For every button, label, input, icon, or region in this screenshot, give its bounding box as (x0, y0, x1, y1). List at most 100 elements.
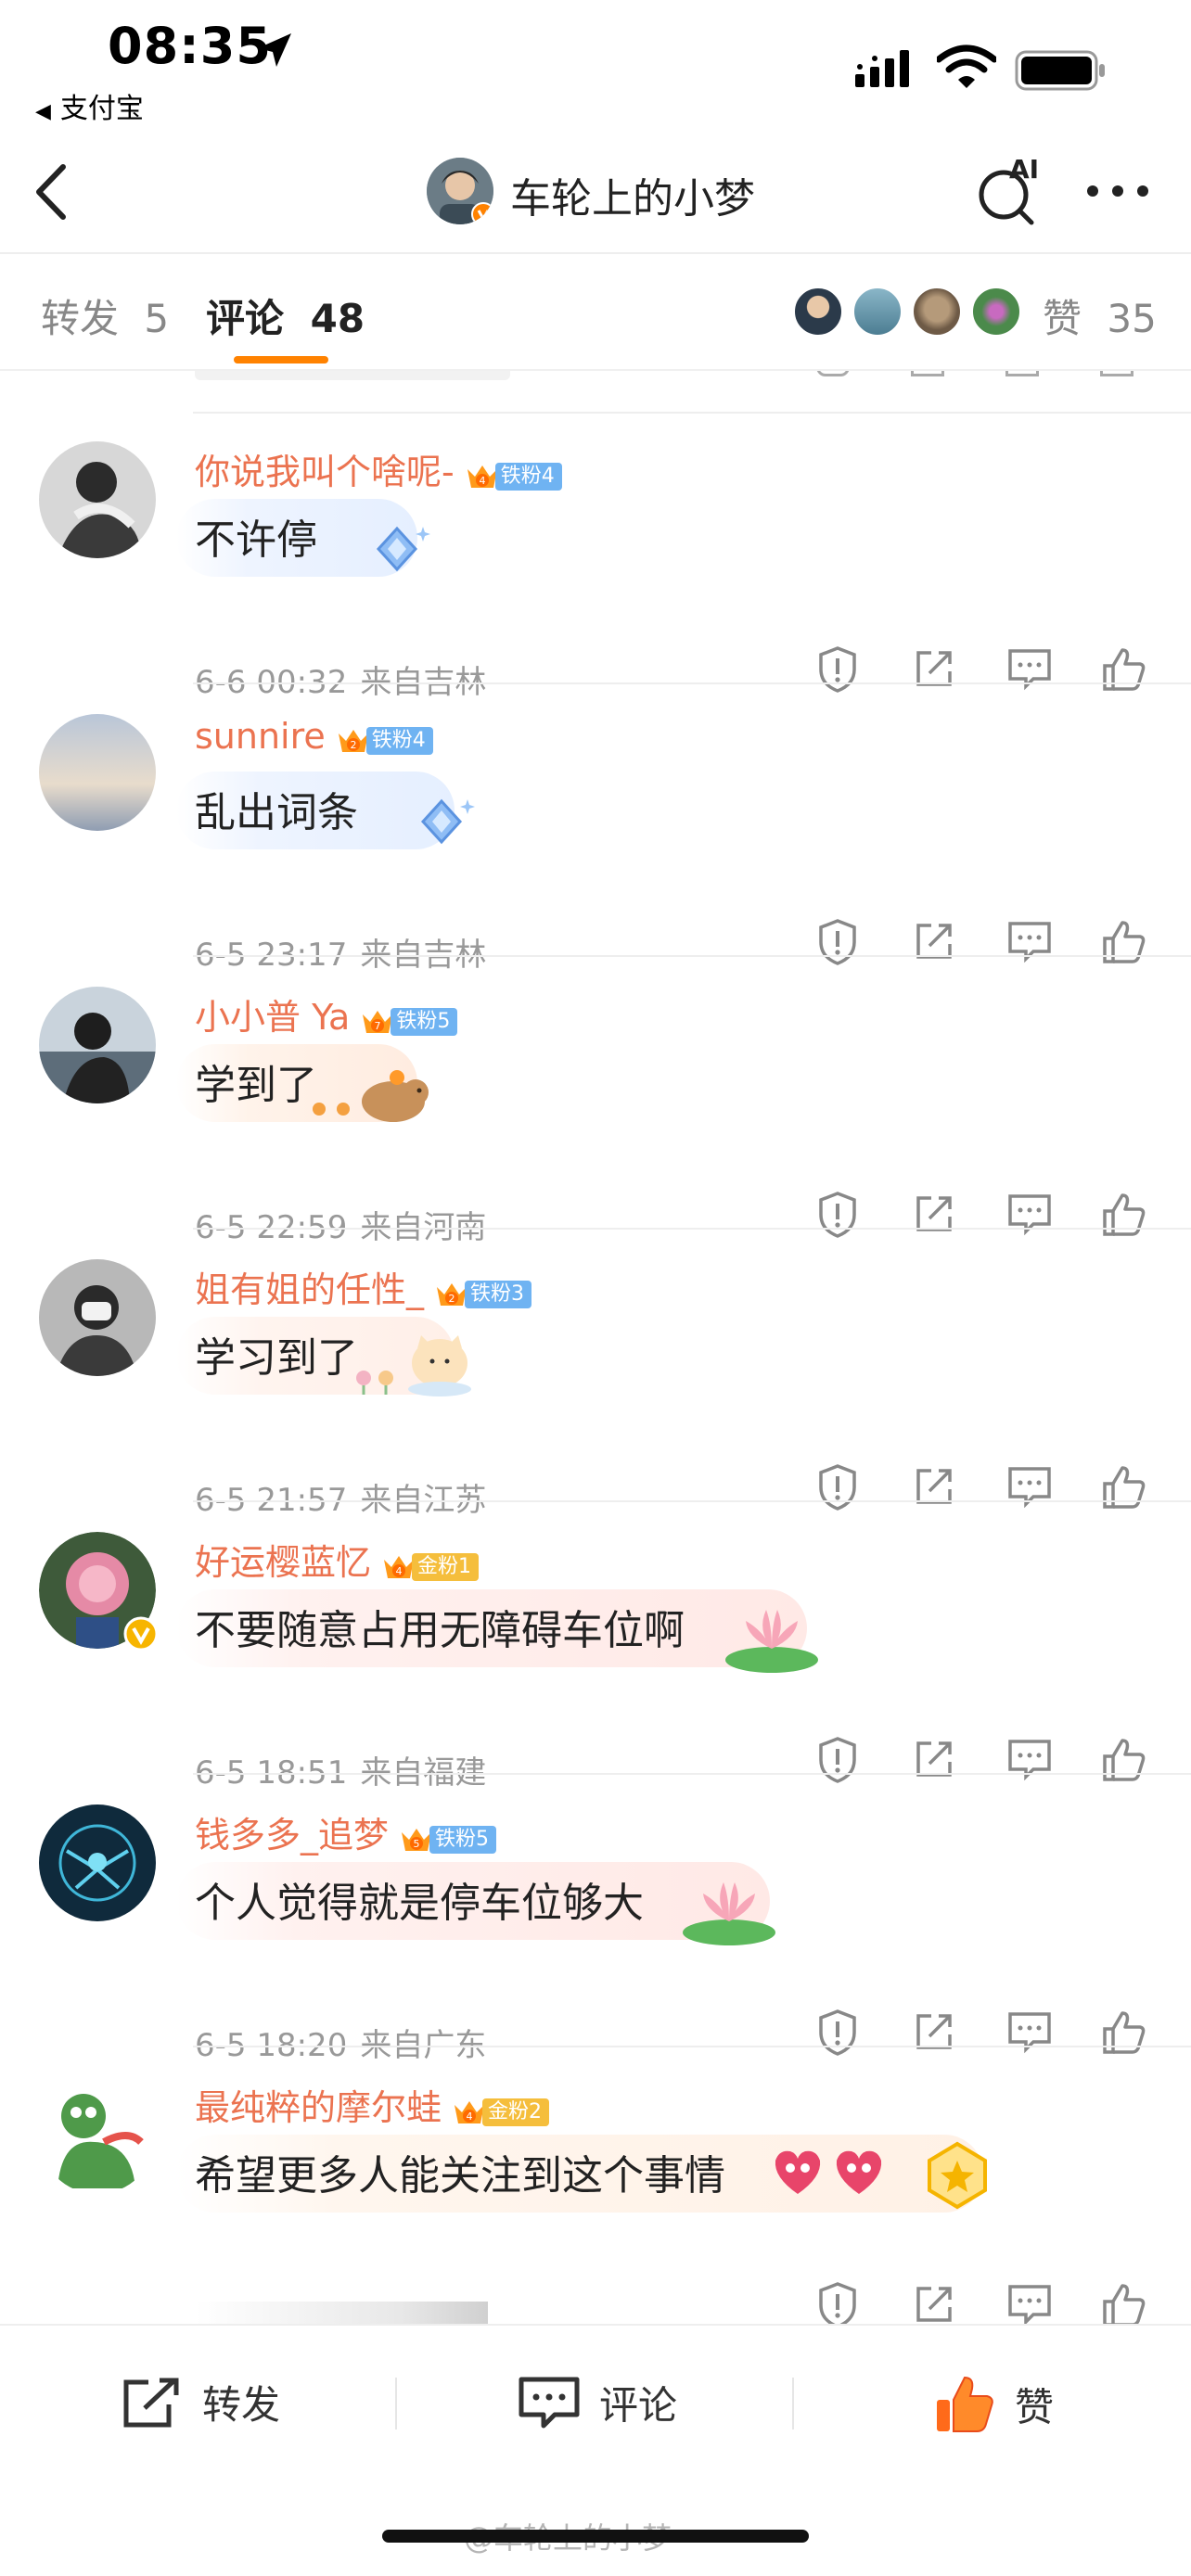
commenter-name[interactable]: 小小普 Ya 7 铁粉5 (195, 988, 458, 1039)
diamond-sticker-icon (420, 798, 475, 845)
reply-comment-icon[interactable] (1005, 1463, 1054, 1510)
tab-repost-label: 转发 (41, 296, 120, 341)
commenter-name-text: 最纯粹的摩尔蛙 (195, 2087, 442, 2128)
bottom-separator (792, 2378, 794, 2429)
wifi-icon (937, 45, 996, 88)
lotus-sticker-icon (683, 1882, 775, 1945)
row-divider (193, 682, 1191, 684)
commenter-avatar[interactable] (39, 1532, 159, 1651)
previous-comment-cutoff (0, 371, 1191, 408)
verified-badge-icon (123, 1616, 159, 1651)
commenter-name[interactable]: 最纯粹的摩尔蛙 4 金粉2 (195, 2079, 550, 2130)
comment-row: 小小普 Ya 7 铁粉5 学到了 6-5 22:59 来自河南 (0, 959, 1191, 1246)
comment-text: 希望更多人能关注到这个事情 (195, 2142, 725, 2201)
comment-button[interactable]: 评论 (518, 2374, 677, 2431)
reply-comment-icon[interactable] (1005, 2281, 1054, 2324)
comment-row: 好运樱蓝忆 4 金粉1 不要随意占用无障碍车位啊 6-5 18:51 来自福建 (0, 1504, 1191, 1792)
reply-comment-icon[interactable] (1005, 645, 1054, 692)
repost-label: 转发 (202, 2382, 281, 2428)
commenter-avatar[interactable] (39, 987, 156, 1103)
commenter-name[interactable]: 姐有姐的任性_ 2 铁粉3 (195, 1261, 532, 1312)
share-icon[interactable] (911, 1191, 957, 1237)
share-icon[interactable] (911, 1736, 957, 1782)
fan-badge-label: 铁粉5 (391, 1008, 458, 1036)
reply-comment-icon[interactable] (1005, 1191, 1054, 1237)
reply-comment-icon[interactable] (1005, 2009, 1054, 2055)
tab-comment-count: 48 (310, 296, 365, 341)
fan-badge-label: 铁粉5 (429, 1826, 497, 1854)
active-tab-indicator (234, 356, 328, 363)
share-icon[interactable] (911, 918, 957, 964)
like-thumb-icon[interactable] (1100, 2281, 1148, 2324)
reply-comment-icon[interactable] (1005, 918, 1054, 964)
repost-button[interactable]: 转发 (121, 2374, 280, 2430)
commenter-avatar[interactable] (39, 1804, 156, 1921)
tab-likes[interactable]: 赞 35 (1043, 287, 1157, 344)
commenter-name[interactable]: sunnire 2 铁粉4 (195, 716, 433, 757)
share-icon[interactable] (911, 2009, 957, 2055)
commenter-name-text: 你说我叫个啥呢- (195, 452, 455, 492)
commenter-name-text: 姐有姐的任性_ (195, 1269, 425, 1310)
comment-row: 姐有姐的任性_ 2 铁粉3 学习到了 6-5 21:57 来自江苏 (0, 1231, 1191, 1519)
share-icon[interactable] (911, 645, 957, 692)
heart-emoji-icon (836, 2150, 882, 2194)
tab-repost-count: 5 (144, 296, 170, 341)
row-divider (193, 1773, 1191, 1775)
repost-icon (123, 2378, 179, 2427)
commenter-avatar[interactable] (39, 441, 156, 558)
page-title[interactable]: 车轮上的小梦 (510, 165, 755, 224)
tab-repost[interactable]: 转发 5 (41, 287, 169, 344)
comment-icon (519, 2377, 580, 2429)
fan-badge: 4 金粉1 (380, 1545, 480, 1581)
commenter-name[interactable]: 钱多多_追梦 5 铁粉5 (195, 1806, 497, 1857)
fan-badge-label: 金粉1 (412, 1553, 480, 1581)
back-to-app-link[interactable]: ◀ 支付宝 (35, 85, 144, 126)
commenter-name-text: 好运樱蓝忆 (195, 1542, 372, 1583)
cellular-signal-icon (855, 50, 909, 87)
liker-avatar (852, 286, 903, 338)
back-chevron-icon[interactable] (28, 159, 74, 224)
commenter-name[interactable]: 好运樱蓝忆 4 金粉1 (195, 1534, 480, 1585)
capybara-sticker-icon (313, 1070, 429, 1122)
bottom-separator (395, 2378, 397, 2429)
cat-sticker-icon (356, 1335, 471, 1396)
like-button[interactable]: 赞 (933, 2374, 1054, 2435)
share-icon[interactable] (911, 1463, 957, 1510)
comment-row: sunnire 2 铁粉4 乱出词条 6-5 23:17 来自吉林 (0, 686, 1191, 974)
home-indicator[interactable] (382, 2530, 809, 2543)
svg-text:2: 2 (350, 739, 356, 751)
gold-badge-sticker-icon (928, 2141, 987, 2210)
liker-avatar (911, 286, 963, 338)
comment-text: 学习到了 (195, 1334, 358, 1382)
fan-badge: 4 金粉2 (451, 2090, 550, 2126)
comment-row: 最纯粹的摩尔蛙 4 金粉2 希望更多人能关注到这个事情 (0, 2049, 1191, 2324)
battery-icon (1015, 50, 1105, 91)
fan-badge: 7 铁粉5 (359, 1000, 458, 1036)
fan-badge: 4 铁粉4 (464, 454, 562, 491)
comment-list[interactable]: 你说我叫个啥呢- 4 铁粉4 不许停 6-6 00:32 来自吉林 sunnire 2 铁… (0, 371, 1191, 2324)
ai-search-icon[interactable]: AI (976, 156, 1041, 226)
reply-comment-icon[interactable] (1005, 1736, 1054, 1782)
fan-badge-label: 铁粉3 (465, 1281, 532, 1308)
svg-text:4: 4 (479, 475, 485, 487)
report-shield-icon[interactable] (816, 2281, 859, 2324)
commenter-avatar[interactable] (39, 714, 156, 831)
author-avatar[interactable] (427, 158, 493, 224)
commenter-name[interactable]: 你说我叫个啥呢- 4 铁粉4 (195, 443, 562, 494)
liker-avatar (792, 286, 844, 338)
commenter-avatar[interactable] (39, 1259, 156, 1376)
comment-text: 不要随意占用无障碍车位啊 (195, 1607, 685, 1654)
svg-text:AI: AI (1009, 156, 1039, 185)
verified-badge-icon (471, 202, 493, 224)
tab-comment[interactable]: 评论 48 (206, 287, 365, 344)
svg-text:7: 7 (375, 1020, 381, 1032)
comment-text: 学到了 (195, 1062, 317, 1109)
fan-badge-label: 铁粉4 (494, 463, 562, 491)
liker-avatars[interactable] (792, 286, 1033, 341)
more-options-icon[interactable] (1085, 184, 1150, 198)
commenter-name-text: 小小普 Ya (195, 997, 351, 1038)
comment-row: 钱多多_追梦 5 铁粉5 个人觉得就是停车位够大 6-5 18:20 来自广东 (0, 1777, 1191, 2064)
share-icon[interactable] (911, 2281, 957, 2324)
commenter-avatar[interactable] (39, 2077, 156, 2194)
fan-badge: 2 铁粉3 (433, 1272, 532, 1308)
